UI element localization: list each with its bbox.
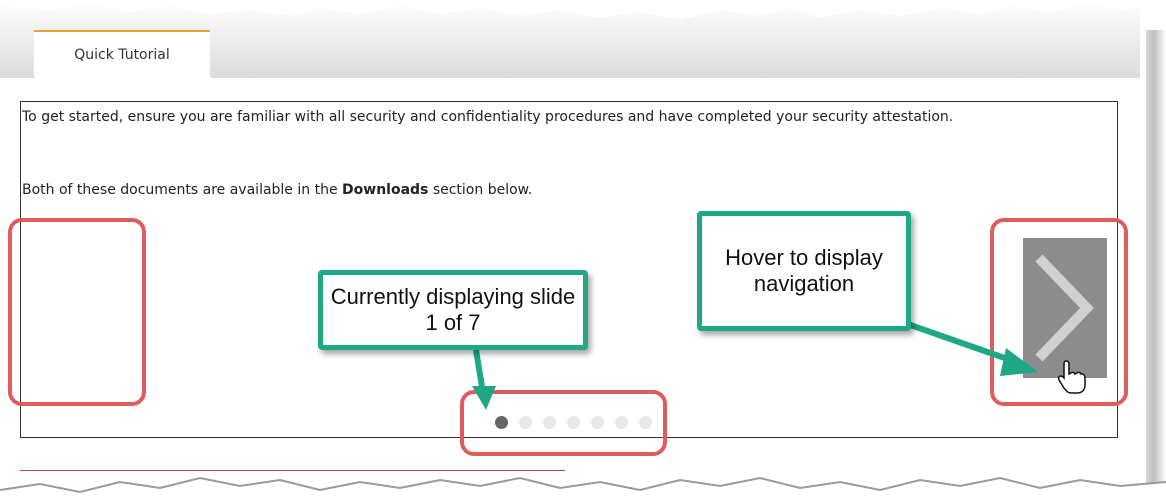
slide-text-post: section below. (428, 182, 533, 198)
slide-count-annotation: Currently displaying slide 1 of 7 (318, 270, 588, 350)
slide-count-annotation-text: Currently displaying slide 1 of 7 (330, 284, 576, 335)
tab-label: Quick Tutorial (74, 47, 170, 63)
slide-text-secondary: Both of these documents are available in… (22, 182, 532, 198)
slide-text-pre: Both of these documents are available in… (22, 182, 343, 198)
prev-nav-hover-area[interactable] (8, 218, 146, 406)
page-shadow (1146, 30, 1166, 499)
torn-edge-bottom (0, 476, 1166, 499)
pagination-callout (460, 390, 667, 456)
hover-nav-annotation: Hover to display navigation (697, 211, 911, 331)
tab-quick-tutorial[interactable]: Quick Tutorial (34, 30, 210, 78)
hover-nav-annotation-text: Hover to display navigation (725, 245, 883, 296)
downloads-emphasis: Downloads (342, 182, 429, 198)
hand-pointer-icon (1057, 360, 1086, 394)
slide-text: To get started, ensure you are familiar … (22, 109, 954, 125)
